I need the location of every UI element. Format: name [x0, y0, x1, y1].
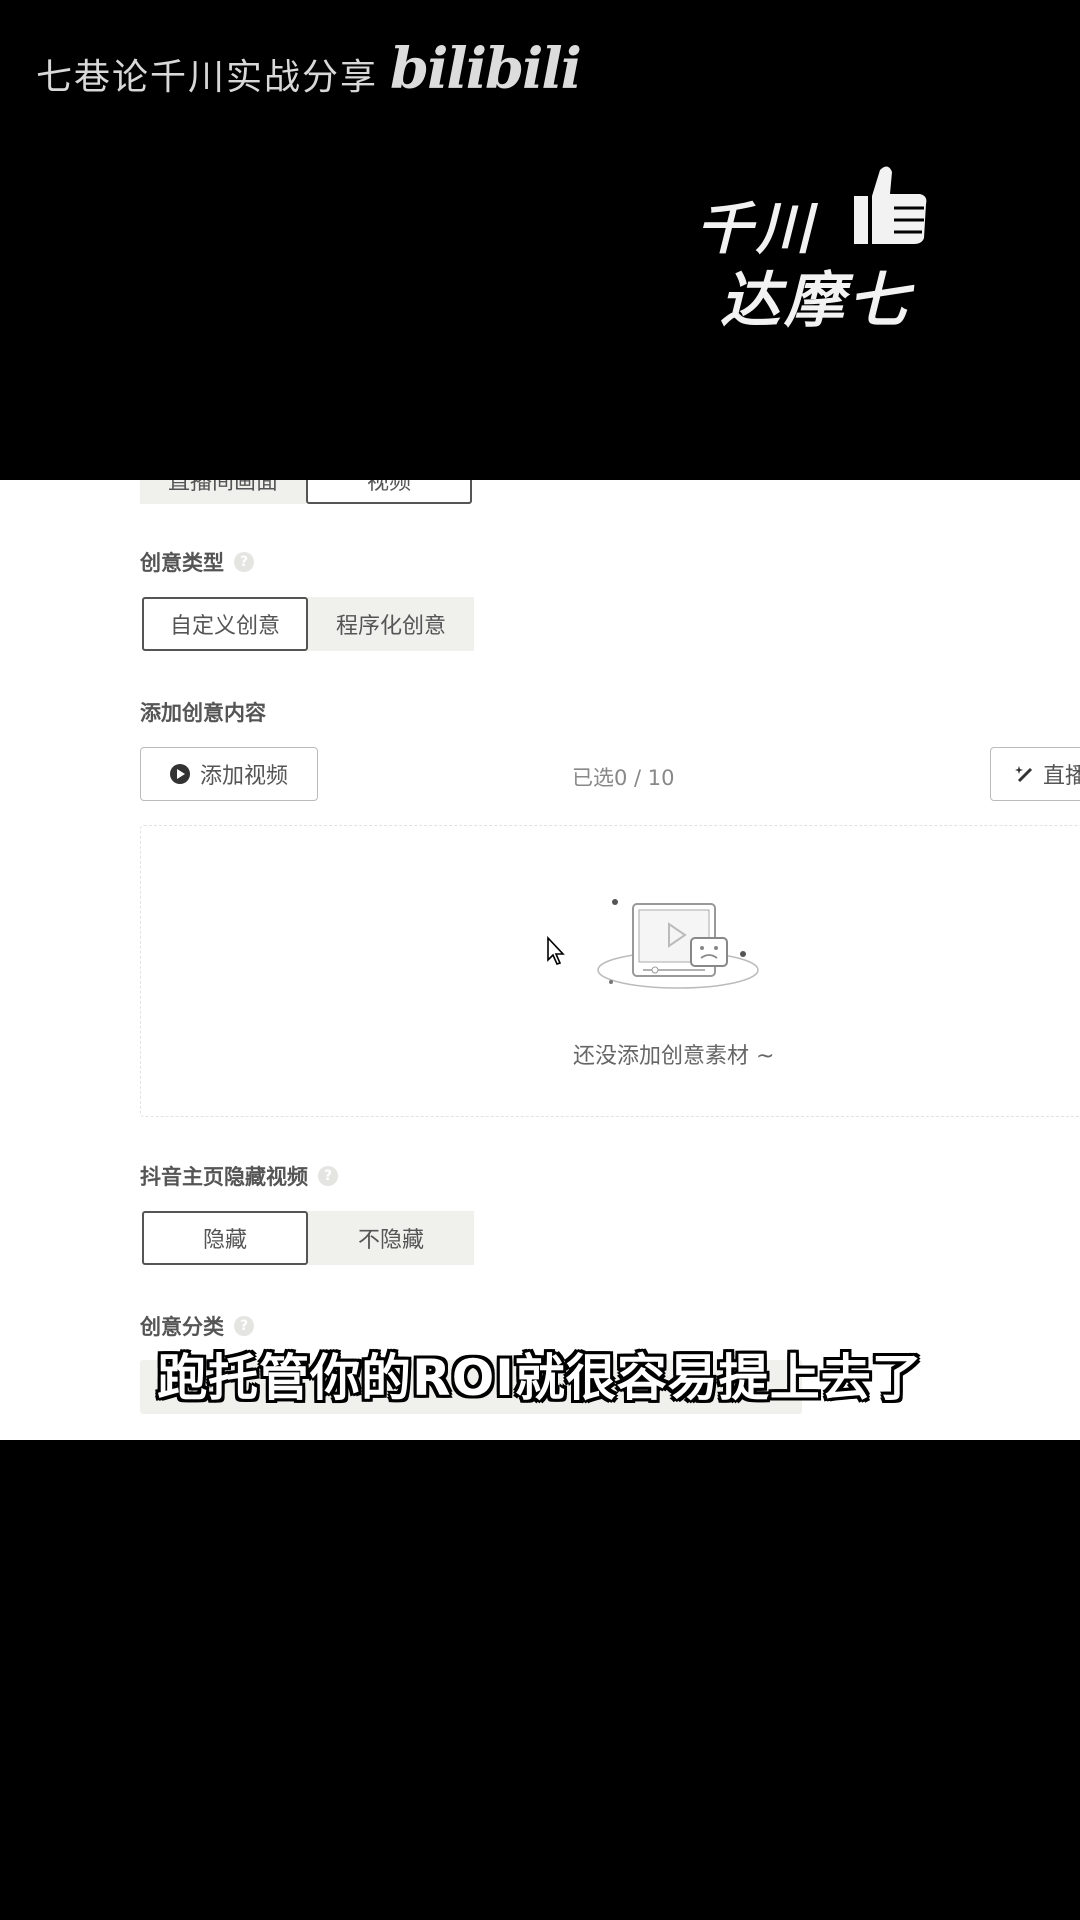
- option-live-room[interactable]: 直播间画面: [140, 480, 306, 504]
- creative-content-label: 添加创意内容: [140, 697, 266, 727]
- brand-logo: 千川 达摩七: [690, 160, 960, 336]
- option-programmatic-creative[interactable]: 程序化创意: [308, 597, 474, 651]
- help-icon[interactable]: ?: [234, 552, 254, 572]
- option-not-hide[interactable]: 不隐藏: [308, 1211, 474, 1265]
- hide-video-toggle: 隐藏 不隐藏: [142, 1211, 474, 1265]
- brand-logo-line2: 达摩七: [720, 266, 912, 336]
- creative-type-label-text: 创意类型: [140, 551, 224, 575]
- help-icon[interactable]: ?: [318, 1166, 338, 1186]
- option-hide[interactable]: 隐藏: [142, 1211, 308, 1265]
- option-video[interactable]: 视频: [306, 480, 472, 504]
- hide-video-label: 抖音主页隐藏视频 ?: [140, 1161, 338, 1191]
- help-icon[interactable]: ?: [234, 1316, 254, 1336]
- magic-wand-icon: [1015, 766, 1033, 783]
- creative-content-label-text: 添加创意内容: [140, 701, 266, 725]
- selected-count: 已选0 / 10: [572, 766, 675, 790]
- creative-type-label: 创意类型 ?: [140, 547, 254, 577]
- hide-video-label-text: 抖音主页隐藏视频: [140, 1165, 308, 1189]
- category-label: 创意分类 ?: [140, 1311, 254, 1341]
- thumbs-up-icon: [854, 166, 927, 244]
- live-button-label: 直播: [1043, 764, 1080, 789]
- ad-creative-form: 直播间画面 视频 创意类型 ? 自定义创意 程序化创意 添加创意内容 添加视频 …: [0, 480, 1080, 1440]
- play-icon: [169, 764, 190, 784]
- live-button[interactable]: 直播: [990, 747, 1080, 801]
- cursor-icon: [547, 936, 565, 965]
- add-video-label: 添加视频: [199, 764, 288, 789]
- add-video-button[interactable]: 添加视频: [140, 747, 318, 801]
- top-banner: 七巷论千川实战分享 bilibili 千川 达摩七: [0, 0, 1080, 480]
- creative-material-area[interactable]: 还没添加创意素材 ~: [140, 825, 1080, 1117]
- material-source-toggle: 直播间画面 视频: [140, 480, 472, 510]
- option-custom-creative[interactable]: 自定义创意: [142, 597, 308, 651]
- bilibili-logo: bilibili: [390, 36, 582, 102]
- video-subtitle: 跑托管你的ROI就很容易提上去了: [157, 1349, 923, 1407]
- empty-video-icon: [597, 899, 759, 989]
- bottom-banner: [0, 1440, 1080, 1920]
- creative-type-toggle: 自定义创意 程序化创意: [142, 597, 474, 651]
- channel-title: 七巷论千川实战分享: [36, 57, 379, 98]
- category-label-text: 创意分类: [140, 1315, 224, 1339]
- empty-state-text: 还没添加创意素材 ~: [573, 1044, 775, 1069]
